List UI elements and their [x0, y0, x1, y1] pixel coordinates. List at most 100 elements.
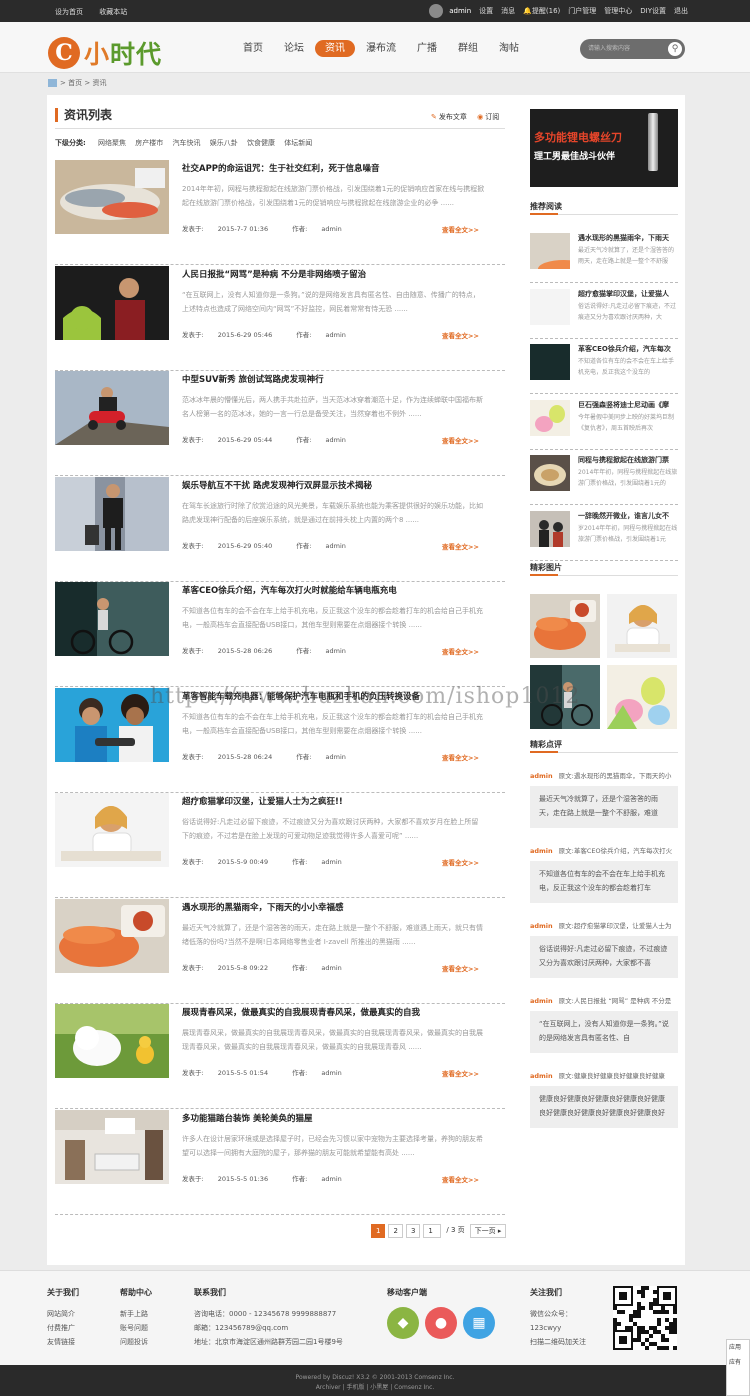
comment-user[interactable]: admin — [530, 847, 553, 855]
read-more-link[interactable]: 查看全文>> — [442, 435, 479, 445]
article-title[interactable]: 人民日报批“网骂”是种病 不分是非网络喷子留治 — [182, 268, 366, 280]
nav-forum[interactable]: 论坛 — [274, 40, 314, 57]
article-title[interactable]: 多功能猫踏台装饰 美轮美奂的猫屋 — [182, 1112, 312, 1124]
recommend-thumbnail[interactable] — [530, 399, 570, 436]
search-input[interactable]: 请输入搜索内容 ⚲ — [580, 39, 685, 59]
cat-auto[interactable]: 汽车快讯 — [173, 139, 201, 147]
footer-link[interactable]: 账号问题 — [120, 1321, 152, 1335]
page-input[interactable]: 1 — [423, 1224, 442, 1238]
site-logo[interactable]: C 小时代 — [48, 35, 162, 71]
bookmark-link[interactable]: 收藏本站 — [99, 8, 127, 16]
nav-collections[interactable]: 淘帖 — [489, 40, 529, 57]
cat-network[interactable]: 网络聚焦 — [98, 139, 126, 147]
search-icon[interactable]: ⚲ — [668, 42, 682, 56]
article-thumbnail[interactable] — [55, 476, 169, 551]
comment-source[interactable]: 健康良好健康良好健康良好健康 — [574, 1072, 665, 1080]
next-page-button[interactable]: 下一页 ▸ — [469, 1224, 507, 1238]
recommend-title-text[interactable]: 超疗愈猫掌印汉堡，让爱猫人 — [578, 289, 678, 299]
recommend-title-text[interactable]: 巨石强森竖将迪士尼动画《摩 — [578, 400, 678, 410]
read-more-link[interactable]: 查看全文>> — [442, 330, 479, 340]
recommend-item[interactable]: 超疗愈猫掌印汉堡，让爱猫人 俗话说得好:凡走过必留下痕迹，不过痕迹又分为喜欢跟讨厌… — [530, 288, 678, 339]
article-thumbnail[interactable] — [55, 582, 169, 656]
breadcrumb-home[interactable]: 首页 — [68, 79, 82, 87]
article-thumbnail[interactable] — [55, 1004, 169, 1078]
recommend-item[interactable]: 革客CEO徐兵介绍，汽车每次 不知道各位有车的会不会在车上给手机充电，反正我这个没… — [530, 344, 678, 394]
read-more-link[interactable]: 查看全文>> — [442, 963, 479, 973]
windows-icon[interactable]: ▦ — [463, 1307, 495, 1339]
recommend-title-text[interactable]: 同程与携程掀起在线旅游门票 — [578, 455, 678, 465]
recommend-thumbnail[interactable] — [530, 233, 570, 269]
recommend-thumbnail[interactable] — [530, 510, 570, 547]
footer-link[interactable]: 新手上路 — [120, 1307, 152, 1321]
notifications-link[interactable]: 🔔提醒(16) — [523, 6, 560, 16]
apple-icon[interactable]: ● — [425, 1307, 457, 1339]
read-more-link[interactable]: 查看全文>> — [442, 857, 479, 867]
sidebar-ad[interactable]: 多功能锂电螺丝刀 理工男最佳战斗伙伴 — [530, 109, 678, 187]
article-thumbnail[interactable] — [55, 898, 169, 973]
article-title[interactable]: 中型SUV新秀 旅创试驾路虎发现神行 — [182, 373, 324, 385]
recommend-thumbnail[interactable] — [530, 288, 570, 325]
comment-user[interactable]: admin — [530, 772, 553, 780]
recommend-thumbnail[interactable] — [530, 455, 570, 491]
recommend-item[interactable]: 一辞晚然开微业，谁言儿女不 岁2014年年初，同程与携程掀起在线旅游门票价格战，引… — [530, 510, 678, 561]
read-more-link[interactable]: 查看全文>> — [442, 541, 479, 551]
comment-source[interactable]: 人民日报批 “网骂” 是种病 不分是 — [574, 997, 671, 1005]
username[interactable]: admin — [449, 7, 471, 15]
recommend-item[interactable]: 遇水现形的黑猫雨伞，下雨天 最近天气冷就算了，还是个湿答答的雨天，走在路上就是一整… — [530, 233, 678, 283]
page-2[interactable]: 2 — [388, 1224, 403, 1238]
recommend-title-text[interactable]: 遇水现形的黑猫雨伞，下雨天 — [578, 233, 678, 243]
recommend-item[interactable]: 巨石强森竖将迪士尼动画《摩 今年暑假中美同步上映的好莱坞巨制《复仇者》，周五首映后… — [530, 399, 678, 450]
article-title[interactable]: 遇水现形的黑猫雨伞，下雨天的小小幸福感 — [182, 901, 344, 913]
cat-health[interactable]: 饮食健康 — [247, 139, 275, 147]
article-thumbnail[interactable] — [55, 371, 169, 445]
article-thumbnail[interactable] — [55, 160, 169, 234]
admin-center-link[interactable]: 管理中心 — [604, 6, 632, 16]
nav-broadcast[interactable]: 广播 — [407, 40, 447, 57]
page-3[interactable]: 3 — [405, 1224, 421, 1238]
read-more-link[interactable]: 查看全文>> — [442, 646, 479, 656]
read-more-link[interactable]: 查看全文>> — [442, 1068, 479, 1078]
user-avatar[interactable] — [429, 4, 444, 18]
article-title[interactable]: 社交APP的命运诅咒：生于社交红利，死于信息噪音 — [182, 162, 380, 174]
gallery-image-shrimp[interactable] — [530, 594, 600, 658]
footer-link[interactable]: 问题投诉 — [120, 1335, 152, 1349]
comment-source[interactable]: 革客CEO徐兵介绍，汽车每次打火 — [574, 847, 672, 855]
recommend-thumbnail[interactable] — [530, 344, 570, 380]
cat-realestate[interactable]: 房产楼市 — [135, 139, 163, 147]
rss-link[interactable]: 订阅 — [485, 113, 499, 121]
article-thumbnail[interactable] — [55, 1109, 169, 1184]
read-more-link[interactable]: 查看全文>> — [442, 752, 479, 762]
nav-home[interactable]: 首页 — [233, 40, 273, 57]
floating-widget[interactable]: 应用 应有 — [726, 1339, 750, 1396]
portal-admin-link[interactable]: 门户管理 — [568, 6, 596, 16]
logout-link[interactable]: 退出 — [674, 6, 688, 16]
footer-link[interactable]: 友情链接 — [47, 1335, 79, 1349]
comment-user[interactable]: admin — [530, 1072, 553, 1080]
diy-settings-link[interactable]: DIY设置 — [640, 6, 666, 16]
comment-source[interactable]: 遇水现形的黑猫雨伞，下雨天的小 — [574, 772, 672, 780]
footer-link[interactable]: 付费推广 — [47, 1321, 79, 1335]
article-title[interactable]: 娱乐导航互不干扰 路虎发现神行双屏显示技术揭秘 — [182, 479, 372, 491]
comment-source[interactable]: 超疗愈猫掌印汉堡，让爱猫人士为 — [574, 922, 672, 930]
article-title[interactable]: 革客CEO徐兵介绍，汽车每次打火时就能给车辆电瓶充电 — [182, 584, 397, 596]
read-more-link[interactable]: 查看全文>> — [442, 224, 479, 234]
cat-entertainment[interactable]: 娱乐八卦 — [210, 139, 238, 147]
recommend-item[interactable]: 同程与携程掀起在线旅游门票 2014年年初，同程与携程掀起在线旅游门票价格战，引发… — [530, 455, 678, 505]
gallery-image-eggs[interactable] — [607, 665, 677, 729]
bottom-links[interactable]: Archiver | 手机版 | 小黑屋 | Comsenz Inc. — [0, 1383, 750, 1393]
article-title[interactable]: 展现青春风采，做最真实的自我展现青春风采，做最真实的自我 — [182, 1006, 420, 1018]
nav-waterfall[interactable]: 瀑布流 — [356, 40, 406, 57]
article-thumbnail[interactable] — [55, 265, 169, 340]
gallery-image-girl[interactable] — [607, 594, 677, 658]
footer-link[interactable]: 网站简介 — [47, 1307, 79, 1321]
article-title[interactable]: 超疗愈猫掌印汉堡，让爱猫人士为之疯狂!! — [182, 795, 343, 807]
android-icon[interactable]: ◆ — [387, 1307, 419, 1339]
article-thumbnail[interactable] — [55, 793, 169, 867]
settings-link[interactable]: 设置 — [479, 6, 493, 16]
home-icon[interactable] — [48, 79, 57, 87]
messages-link[interactable]: 消息 — [501, 6, 515, 16]
recommend-title-text[interactable]: 革客CEO徐兵介绍，汽车每次 — [578, 344, 678, 354]
nav-groups[interactable]: 群组 — [448, 40, 488, 57]
comment-user[interactable]: admin — [530, 997, 553, 1005]
set-home-link[interactable]: 设为首页 — [55, 8, 83, 16]
